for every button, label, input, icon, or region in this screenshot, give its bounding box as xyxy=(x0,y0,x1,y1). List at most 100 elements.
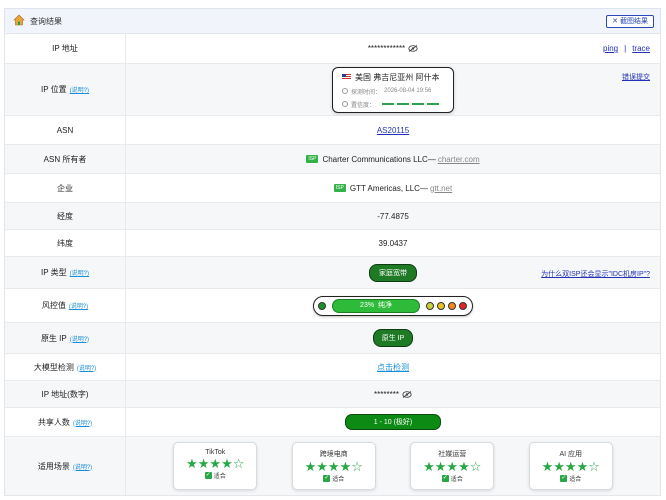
row-value: ************ ping | trace xyxy=(126,34,660,63)
label-text: 纬度 xyxy=(57,238,73,248)
dash: — xyxy=(427,154,436,164)
trace-link[interactable]: trace xyxy=(632,44,650,53)
row-asn: ASN AS20115 xyxy=(5,116,660,145)
risk-dot xyxy=(426,301,434,310)
row-label: 适用场景 (说明?) xyxy=(5,437,126,495)
row-label: 共享人数 (说明?) xyxy=(5,408,126,436)
row-shared: 共享人数 (说明?) 1 - 10 (极好) xyxy=(5,408,660,437)
risk-meter: 23% 纯净 xyxy=(313,295,473,316)
row-label: 原生 IP (说明?) xyxy=(5,323,126,353)
help-link[interactable]: (说明?) xyxy=(70,85,89,94)
ping-link[interactable]: ping xyxy=(603,44,618,53)
location-card: 美国 弗吉尼亚州 阿什本 探测时间： 2026-08-04 19:56 置信度： xyxy=(332,66,454,113)
help-link[interactable]: (说明?) xyxy=(73,418,92,427)
help-link[interactable]: (说明?) xyxy=(70,334,89,343)
risk-dot xyxy=(437,301,445,310)
scene-card-ai: AI 应用 ★★★★☆ ✓ 适合 xyxy=(528,442,613,490)
help-link[interactable]: (说明?) xyxy=(69,301,88,310)
row-native: 原生 IP (说明?) 原生 IP xyxy=(5,323,660,354)
row-value: 1 - 10 (极好) xyxy=(126,408,660,436)
row-value: ******** xyxy=(126,381,660,407)
scene-card-social: 社媒运营 ★★★★☆ ✓ 适合 xyxy=(410,442,495,490)
confidence-label: 置信度： xyxy=(351,102,376,109)
owner-domain-link[interactable]: charter.com xyxy=(438,155,480,164)
row-value: 家庭宽带 为什么双ISP还会显示"IDC机房IP"? xyxy=(126,257,660,288)
row-value: 美国 弗吉尼亚州 阿什本 探测时间： 2026-08-04 19:56 置信度： … xyxy=(126,64,660,115)
row-value: TikTok ★★★★☆ ✓ 适合 跨境电商 ★★★★☆ ✓ 适合 社媒运营 ★★★… xyxy=(126,437,660,495)
report-error-link[interactable]: 错误提交 xyxy=(622,72,650,82)
confidence-bar xyxy=(382,103,440,105)
check-icon: ✓ xyxy=(323,475,331,482)
why-idc-link[interactable]: 为什么双ISP还会显示"IDC机房IP"? xyxy=(541,269,650,279)
row-label: 企业 xyxy=(5,174,126,202)
dash: — xyxy=(419,183,428,193)
row-label: ASN xyxy=(5,116,126,144)
row-location: IP 位置 (说明?) 美国 弗吉尼亚州 阿什本 探测时间： 2026-08-04 … xyxy=(5,64,660,116)
us-flag-icon xyxy=(342,74,351,80)
row-label: 风控值 (说明?) xyxy=(5,289,126,322)
shared-users-badge: 1 - 10 (极好) xyxy=(344,414,442,430)
scene-cards: TikTok ★★★★☆ ✓ 适合 跨境电商 ★★★★☆ ✓ 适合 社媒运营 ★★★… xyxy=(126,442,660,490)
row-ip-type: IP 类型 (说明?) 家庭宽带 为什么双ISP还会显示"IDC机房IP"? xyxy=(5,257,660,289)
eye-off-icon[interactable] xyxy=(408,45,418,52)
row-label: IP 类型 (说明?) xyxy=(5,257,126,288)
row-label: IP 地址(数字) xyxy=(5,381,126,407)
help-link[interactable]: (说明?) xyxy=(70,268,89,277)
label-text: ASN 所有者 xyxy=(43,154,87,164)
label-text: 原生 IP xyxy=(40,333,67,343)
row-label: IP 地址 xyxy=(5,34,126,63)
row-ip: IP 地址 ************ ping | trace xyxy=(5,34,660,64)
scene-card-tiktok: TikTok ★★★★☆ ✓ 适合 xyxy=(173,442,258,490)
eye-off-icon[interactable] xyxy=(402,390,412,398)
row-label: IP 位置 (说明?) xyxy=(5,64,126,115)
label-text: 共享人数 xyxy=(37,417,70,427)
org-domain-link[interactable]: gtt.net xyxy=(430,184,452,193)
asn-link[interactable]: AS20115 xyxy=(377,126,409,135)
click-check-link[interactable]: 点击检测 xyxy=(377,362,409,373)
label-text: 经度 xyxy=(57,211,73,221)
row-value: 23% 纯净 xyxy=(126,289,660,322)
label-text: IP 地址(数字) xyxy=(41,389,89,399)
row-value: ISP Charter Communications LLC — charter.… xyxy=(126,145,660,173)
row-value: AS20115 xyxy=(126,116,660,144)
row-value: -77.4875 xyxy=(126,203,660,229)
risk-dot xyxy=(318,301,326,310)
org-name: GTT Americas, LLC xyxy=(349,183,420,193)
scene-status: 适合 xyxy=(569,477,582,483)
row-label: 经度 xyxy=(5,203,126,229)
label-text: 大模型检测 xyxy=(33,362,74,372)
ip-number-value: ******** xyxy=(374,389,399,399)
longitude-value: -77.4875 xyxy=(377,211,409,221)
row-scenes: 适用场景 (说明?) TikTok ★★★★☆ ✓ 适合 跨境电商 ★★★★☆ ✓ 适… xyxy=(5,437,660,495)
label-text: IP 位置 xyxy=(41,85,67,94)
isp-badge: ISP xyxy=(306,155,319,163)
screenshot-button-label: 截图结果 xyxy=(620,18,648,25)
result-table: IP 地址 ************ ping | trace IP 位置 (说明?)… xyxy=(4,33,661,496)
check-icon: ✓ xyxy=(441,475,449,482)
check-icon: ✓ xyxy=(560,475,568,482)
label-text: IP 类型 xyxy=(41,268,67,277)
row-label: 大模型检测 (说明?) xyxy=(5,354,126,380)
label-text: IP 地址 xyxy=(52,44,78,53)
row-label: 纬度 xyxy=(5,230,126,256)
risk-percent: 23% xyxy=(360,301,375,309)
help-link[interactable]: (说明?) xyxy=(77,363,96,372)
native-ip-badge: 原生 IP xyxy=(372,329,414,347)
help-link[interactable]: (说明?) xyxy=(73,462,92,471)
risk-dot xyxy=(459,301,467,310)
home-icon xyxy=(13,14,25,26)
risk-text: 纯净 xyxy=(377,301,392,309)
latitude-value: 39.0437 xyxy=(378,238,408,248)
check-icon: ✓ xyxy=(204,472,212,479)
isp-badge: ISP xyxy=(333,184,346,192)
owner-name: Charter Communications LLC xyxy=(322,154,428,164)
star-rating: ★★★★☆ xyxy=(423,459,482,474)
label-text: ASN xyxy=(56,125,74,135)
scene-status: 适合 xyxy=(332,477,345,483)
scene-name: AI 应用 xyxy=(559,451,583,458)
risk-bar: 23% 纯净 xyxy=(332,298,420,313)
scene-status: 适合 xyxy=(450,477,463,483)
screenshot-button[interactable]: ✕ 截图结果 xyxy=(606,15,654,28)
label-text: 风控值 xyxy=(41,301,66,310)
risk-dot xyxy=(448,301,456,310)
